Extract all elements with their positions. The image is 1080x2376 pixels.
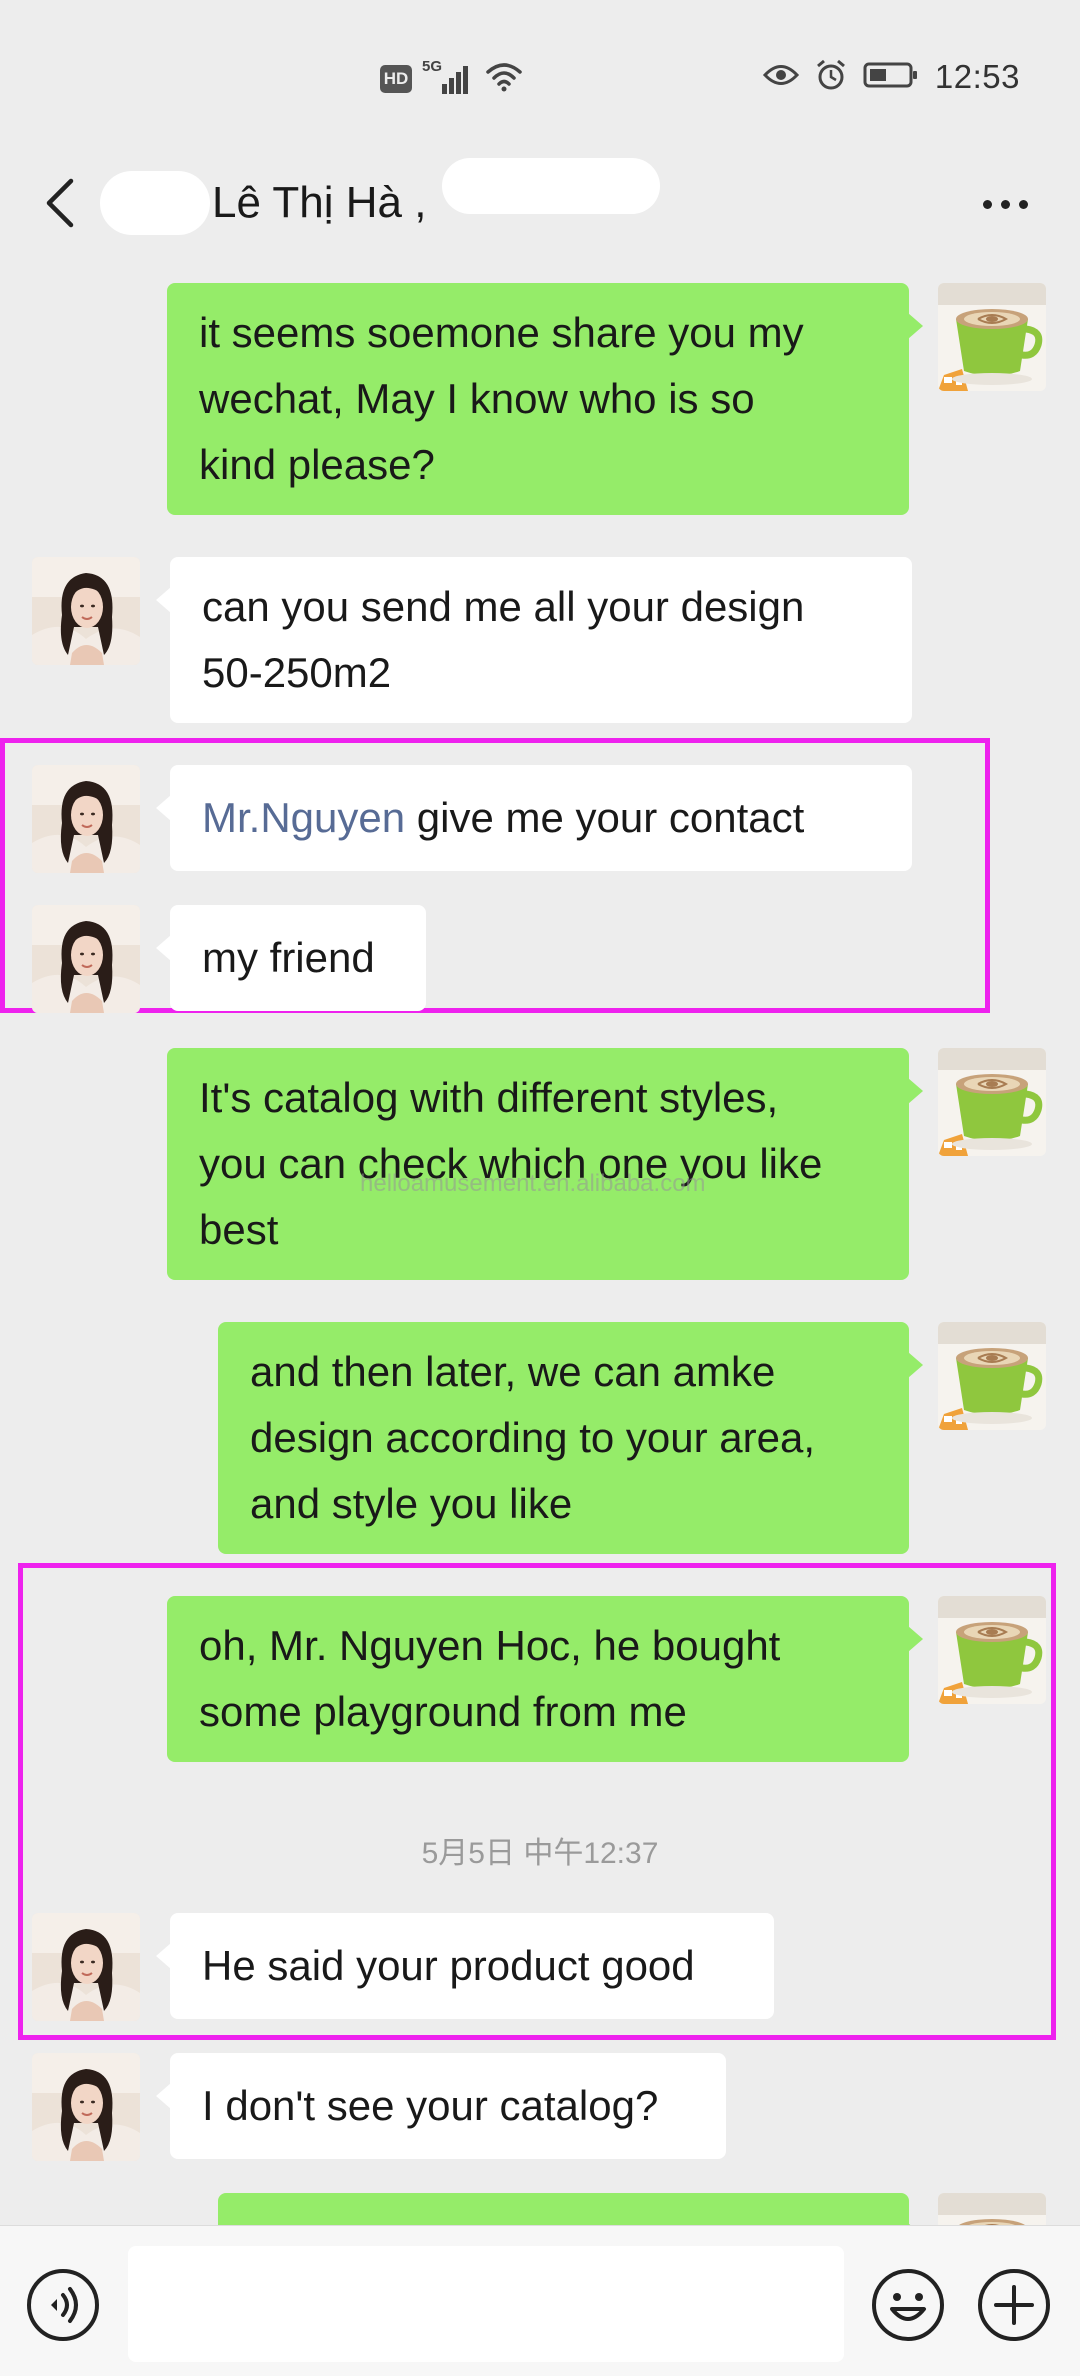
contact-avatar[interactable] (32, 905, 140, 1013)
status-bar: HD 5G 12:53 (0, 0, 1080, 150)
message-text: my friend (202, 934, 375, 981)
message-text: oh, Mr. Nguyen Hoc, he bought (199, 1622, 781, 1669)
plus-icon (978, 2269, 1050, 2341)
message-bubble-incoming[interactable]: my friend (156, 905, 426, 1011)
message-text: best (199, 1206, 279, 1253)
status-right: 12:53 (762, 58, 1020, 96)
message-text: kind please? (199, 441, 435, 488)
status-left: HD 5G (380, 58, 524, 97)
hd-badge: HD (380, 64, 412, 93)
message-bubble-outgoing[interactable]: it seems soemone share you my wechat, Ma… (167, 283, 923, 515)
message-text: some playground from me (199, 1688, 687, 1735)
chat-title: Lê Thị Hà , (100, 168, 426, 238)
message-text: I don't see your catalog? (202, 2082, 659, 2129)
contact-avatar[interactable] (32, 557, 140, 665)
message-text: and style you like (250, 1480, 573, 1527)
alarm-icon (815, 59, 847, 96)
my-avatar[interactable] (938, 283, 1046, 391)
back-button[interactable] (30, 168, 90, 238)
battery-icon (863, 61, 919, 94)
my-avatar[interactable] (938, 2193, 1046, 2225)
message-bubble-outgoing[interactable]: and then later, we can amke design accor… (218, 1322, 923, 1554)
message-text: It's catalog with different styles, (199, 1074, 779, 1121)
timestamp: 5月5日 中午12:37 (421, 1837, 659, 1870)
emoji-icon (872, 2269, 944, 2341)
chat-title-text: Lê Thị Hà , (212, 178, 427, 227)
chat-header: Lê Thị Hà , (0, 150, 1080, 260)
watermark: helloamusement.en.alibaba.com (360, 1170, 706, 1197)
message-text: can you send me all your design (202, 583, 805, 630)
emoji-button[interactable] (870, 2267, 946, 2343)
status-time: 12:53 (934, 58, 1020, 95)
mention-link[interactable]: Mr.Nguyen (202, 794, 405, 841)
contact-avatar[interactable] (32, 765, 140, 873)
voice-button[interactable] (25, 2267, 101, 2343)
contact-avatar[interactable] (32, 1913, 140, 2021)
signal-icon: 5G (422, 58, 474, 96)
message-bubble-incoming[interactable]: I don't see your catalog? (156, 2053, 726, 2159)
redaction-blob (100, 171, 210, 235)
message-bubble-outgoing[interactable] (218, 2193, 923, 2225)
more-button[interactable] (970, 172, 1040, 236)
message-bubble-outgoing[interactable]: oh, Mr. Nguyen Hoc, he bought some playg… (167, 1596, 923, 1762)
my-avatar[interactable] (938, 1596, 1046, 1704)
my-avatar[interactable] (938, 1048, 1046, 1156)
message-input[interactable] (128, 2246, 844, 2362)
eye-icon (762, 62, 799, 93)
message-text: Mr.Nguyen give me your contact (202, 786, 880, 850)
wifi-icon (484, 60, 524, 97)
chevron-left-icon (46, 178, 74, 228)
contact-avatar[interactable] (32, 2053, 140, 2161)
message-text: design according to your area, (250, 1414, 816, 1461)
redaction-blob (442, 158, 660, 214)
message-text-part: give me your contact (405, 794, 805, 841)
input-bar (0, 2225, 1080, 2376)
message-text: and then later, we can amke (250, 1348, 776, 1395)
my-avatar[interactable] (938, 1322, 1046, 1430)
network-label: 5G (422, 57, 443, 75)
more-dots-icon (982, 199, 1028, 209)
message-bubble-outgoing[interactable]: It's catalog with different styles, you … (167, 1048, 923, 1280)
message-text: wechat, May I know who is so (199, 375, 755, 422)
chat-screen: HD 5G 12:53 Lê Thị Hà , it seems soemone… (0, 0, 1080, 2376)
message-text: it seems soemone share you my (199, 309, 804, 356)
message-text: He said your product good (202, 1942, 695, 1989)
message-text: 50-250m2 (202, 649, 392, 696)
message-bubble-incoming[interactable]: Mr.Nguyen give me your contact (156, 765, 912, 871)
plus-button[interactable] (976, 2267, 1052, 2343)
message-bubble-incoming[interactable]: can you send me all your design 50-250m2 (156, 557, 912, 723)
message-bubble-incoming[interactable]: He said your product good (156, 1913, 774, 2019)
voice-icon (27, 2269, 99, 2341)
message-list[interactable]: it seems soemone share you my wechat, Ma… (0, 260, 1080, 2225)
